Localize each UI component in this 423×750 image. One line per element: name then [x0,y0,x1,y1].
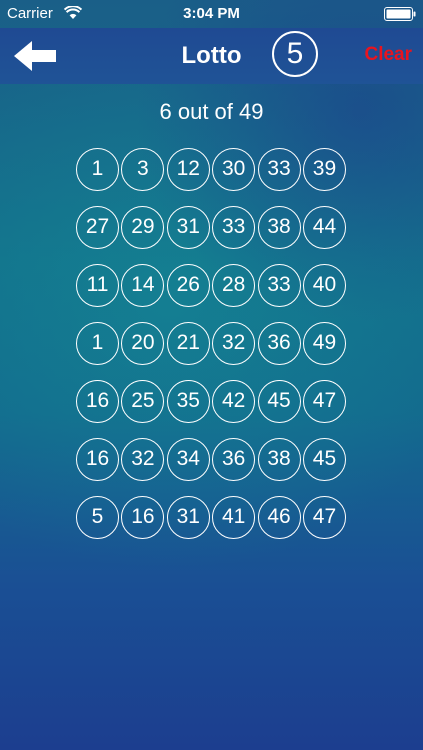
number-ball[interactable]: 34 [166,438,210,481]
number-ball[interactable]: 33 [212,206,256,249]
navigation-bar: Lotto 5 Clear [0,28,423,84]
number-ball[interactable]: 40 [302,264,346,307]
number-ball[interactable]: 33 [257,148,301,191]
number-ball[interactable]: 14 [121,264,165,307]
number-ball[interactable]: 29 [121,206,165,249]
number-ball[interactable]: 28 [212,264,256,307]
ticket-row: 5 16 31 41 46 47 [76,496,348,542]
number-ball[interactable]: 16 [76,380,119,423]
number-ball[interactable]: 26 [166,264,210,307]
number-ball[interactable]: 49 [302,322,346,365]
battery-icon [384,7,416,21]
ticket-row: 16 32 34 36 38 45 [76,438,348,484]
ticket-row: 27 29 31 33 38 44 [76,206,348,252]
number-ball[interactable]: 33 [257,264,301,307]
number-ball[interactable]: 42 [212,380,256,423]
number-ball[interactable]: 41 [212,496,256,539]
number-ball[interactable]: 46 [257,496,301,539]
number-ball[interactable]: 39 [302,148,346,191]
number-ball[interactable]: 16 [76,438,119,481]
number-ball[interactable]: 47 [302,380,346,423]
number-ball[interactable]: 27 [76,206,119,249]
selection-count-badge: 5 [272,31,318,77]
number-ball[interactable]: 32 [212,322,256,365]
ticket-row: 1 20 21 32 36 49 [76,322,348,368]
number-ball[interactable]: 38 [257,438,301,481]
number-ball[interactable]: 30 [212,148,256,191]
number-ball[interactable]: 25 [121,380,165,423]
page-title: Lotto [181,42,242,69]
number-ball[interactable]: 47 [302,496,346,539]
number-ball[interactable]: 44 [302,206,346,249]
number-ball[interactable]: 36 [212,438,256,481]
number-ball[interactable]: 16 [121,496,165,539]
status-bar: Carrier 3:04 PM [0,0,423,28]
ticket-row: 11 14 26 28 33 40 [76,264,348,310]
number-ball[interactable]: 5 [76,496,119,539]
number-ball[interactable]: 20 [121,322,165,365]
clear-button[interactable]: Clear [364,44,412,66]
number-ball[interactable]: 45 [257,380,301,423]
number-ball[interactable]: 21 [166,322,210,365]
number-ball[interactable]: 3 [121,148,165,191]
number-grid: 1 3 12 30 33 39 27 29 31 33 38 44 11 14 … [76,148,348,554]
number-ball[interactable]: 31 [166,496,210,539]
number-ball[interactable]: 45 [302,438,346,481]
number-ball[interactable]: 36 [257,322,301,365]
number-ball[interactable]: 1 [76,322,119,365]
number-ball[interactable]: 11 [76,264,119,307]
number-ball[interactable]: 32 [121,438,165,481]
number-ball[interactable]: 38 [257,206,301,249]
game-format-label: 6 out of 49 [159,99,264,124]
ticket-row: 16 25 35 42 45 47 [76,380,348,426]
number-ball[interactable]: 1 [76,148,119,191]
ticket-row: 1 3 12 30 33 39 [76,148,348,194]
number-ball[interactable]: 31 [166,206,210,249]
clock: 3:04 PM [183,5,240,22]
number-ball[interactable]: 35 [166,380,210,423]
number-ball[interactable]: 12 [166,148,210,191]
